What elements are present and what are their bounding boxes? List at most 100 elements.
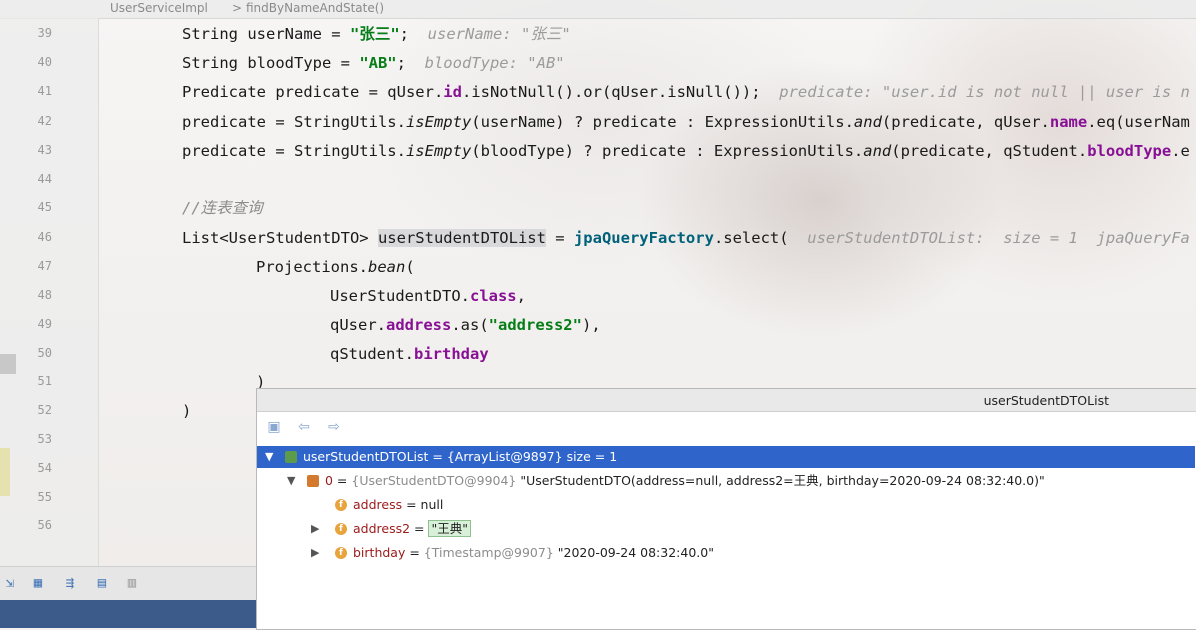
var-type: {ArrayList@9897} [446,449,563,464]
code-text: .as( [451,316,489,334]
field-ref: name [1049,113,1088,131]
line-number[interactable]: 49 [22,317,52,331]
line-number[interactable]: 53 [22,432,52,446]
field-ref: jpaQueryFactory [573,229,714,247]
var-value: null [420,497,444,512]
code-line-47[interactable]: Projections.bean( [256,257,415,277]
string-literal: "address2" [488,316,582,334]
line-number[interactable]: 47 [22,259,52,273]
keyword: class [469,287,517,305]
selected-variable[interactable]: userStudentDTOList [377,229,546,247]
settings-icon[interactable]: ▤ [94,575,110,591]
code-text: .eq(userNam [1087,113,1190,131]
code-text: ; [399,25,409,43]
inline-value-hint: predicate: "user.id is not null || user … [760,83,1190,101]
field-ref: id [443,83,462,101]
code-text: List<UserStudentDTO> [182,229,378,247]
code-text: , [516,287,526,305]
code-text: .isNotNull().or(qUser.isNull()); [461,83,761,101]
tree-row-birthday[interactable]: ▶ f birthday = {Timestamp@9907} "2020-09… [257,542,1195,564]
equals-sign: = [428,449,447,464]
code-text: predicate = StringUtils. [182,113,406,131]
line-number[interactable]: 45 [22,200,52,214]
field-ref: address [386,316,452,334]
line-number[interactable]: 41 [22,84,52,98]
line-number-gutter: 39 40 41 42 43 44 45 46 47 48 49 50 51 52 53 54 55 56 [0,18,99,598]
code-line-50[interactable]: qStudent.birthday [330,344,489,364]
code-text: (bloodType) ? predicate : ExpressionUtil… [471,142,864,160]
breadcrumb-separator: > [232,1,243,15]
line-number[interactable]: 48 [22,288,52,302]
code-text: ; [396,54,406,72]
line-number[interactable]: 42 [22,114,52,128]
var-name: birthday [353,545,406,560]
var-type: {UserStudentDTO@9904} [351,473,517,488]
equals-sign: = [405,545,424,560]
code-line-41[interactable]: Predicate predicate = qUser.id.isNotNull… [182,82,1190,102]
line-number[interactable]: 56 [22,518,52,532]
code-text: String userName = [182,25,350,43]
breadcrumb-class[interactable]: UserServiceImpl [110,1,208,15]
code-text: (userName) ? predicate : ExpressionUtils… [471,113,854,131]
code-text: Predicate predicate = qUser. [182,83,444,101]
code-text: = [545,229,574,247]
line-number[interactable]: 44 [22,172,52,186]
code-text: predicate = StringUtils. [182,142,406,160]
static-method: isEmpty [405,142,472,160]
tree-row-address[interactable]: f address = null [257,494,1195,516]
back-icon[interactable]: ⇦ [295,418,313,436]
threads-icon[interactable]: ⇶ [62,575,78,591]
line-number[interactable]: 51 [22,374,52,388]
static-method: bean [367,258,406,276]
code-comment: //连表查询 [182,199,263,217]
line-number[interactable]: 40 [22,55,52,69]
var-type: {Timestamp@9907} [423,545,554,560]
code-line-49[interactable]: qUser.address.as("address2"), [330,315,601,335]
line-number[interactable]: 55 [22,490,52,504]
var-name: address2 [353,521,411,536]
string-literal: "张三" [349,25,400,43]
list-element-icon [307,475,319,487]
line-number[interactable]: 43 [22,143,52,157]
code-line-52[interactable]: ) [182,401,191,421]
expand-chevron-icon[interactable]: ▶ [311,518,319,540]
line-number[interactable]: 54 [22,461,52,475]
frames-icon[interactable]: ▦ [30,575,46,591]
popup-title: userStudentDTOList [983,393,1109,408]
popup-title-bar[interactable]: userStudentDTOList [257,389,1196,412]
tree-row-item-0[interactable]: ▼ 0 = {UserStudentDTO@9904} "UserStudent… [257,470,1195,492]
step-icon[interactable]: ⇲ [2,575,18,591]
equals-sign: = [332,473,352,488]
code-text: Projections. [256,258,368,276]
code-line-40[interactable]: String bloodType = "AB"; bloodType: "AB" [182,53,565,73]
line-number[interactable]: 50 [22,346,52,360]
code-line-46[interactable]: List<UserStudentDTO> userStudentDTOList … [182,228,1190,248]
tree-row-address2[interactable]: ▶ f address2 = "王典" [257,518,1195,540]
code-text: ), [581,316,601,334]
fold-marker[interactable] [0,354,16,374]
field-ref: bloodType [1087,142,1172,160]
inline-value-hint: userStudentDTOList: size = 1 jpaQueryFa [788,229,1190,247]
breadcrumb: UserServiceImpl > findByNameAndState() [0,0,1196,19]
code-line-48[interactable]: UserStudentDTO.class, [330,286,526,306]
line-number[interactable]: 52 [22,403,52,417]
layout-icon[interactable]: ▣ [265,418,283,436]
var-name: address [353,497,403,512]
tree-row-root[interactable]: ▼ userStudentDTOList = {ArrayList@9897} … [257,446,1195,468]
popup-toolbar: ▣ ⇦ ⇨ [257,412,1196,442]
collapse-chevron-icon[interactable]: ▼ [287,470,295,492]
var-value: "王典" [428,520,471,537]
line-number[interactable]: 39 [22,26,52,40]
code-line-42[interactable]: predicate = StringUtils.isEmpty(userName… [182,112,1190,132]
expand-chevron-icon[interactable]: ▶ [311,542,319,564]
code-line-45[interactable]: //连表查询 [182,198,263,218]
code-text: (predicate, qUser. [881,113,1050,131]
breadcrumb-method[interactable]: findByNameAndState() [246,1,384,15]
forward-icon[interactable]: ⇨ [325,418,343,436]
code-line-39[interactable]: String userName = "张三"; userName: "张三" [182,24,571,44]
more-icon[interactable]: ▥ [124,575,140,591]
line-number[interactable]: 46 [22,230,52,244]
inline-value-hint: userName: "张三" [409,25,571,43]
code-line-43[interactable]: predicate = StringUtils.isEmpty(bloodTyp… [182,141,1190,161]
collapse-chevron-icon[interactable]: ▼ [265,446,273,468]
